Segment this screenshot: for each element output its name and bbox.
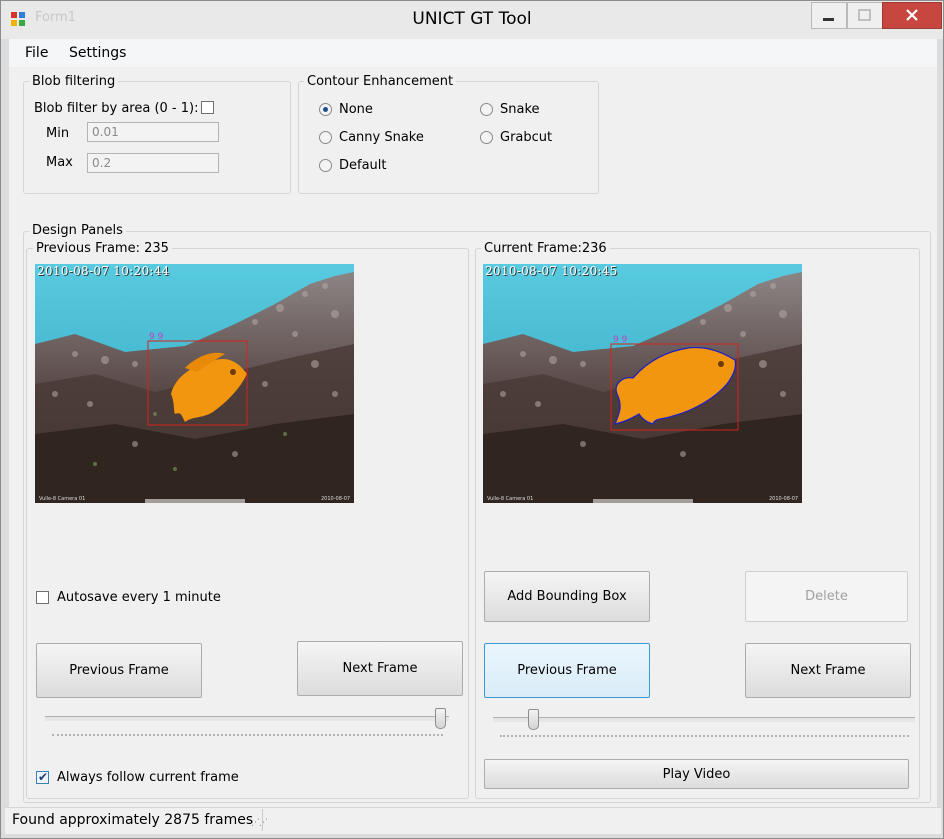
radio-canny-snake[interactable] <box>319 131 332 144</box>
current-frame-scene: 9 9 Vulle-8 Camera 01 2010-08-07 <box>483 264 802 503</box>
radio-grabcut-label: Grabcut <box>500 130 553 145</box>
blob-filter-label: Blob filter by area (0 - 1): <box>34 101 199 116</box>
svg-text:9 9: 9 9 <box>149 332 164 342</box>
left-slider-ticks <box>52 732 443 736</box>
blob-filter-checkbox[interactable] <box>201 101 214 114</box>
radio-canny-snake-label: Canny Snake <box>339 130 424 145</box>
right-slider-track[interactable] <box>493 717 915 722</box>
menu-settings[interactable]: Settings <box>69 45 126 61</box>
svg-text:2010-08-07: 2010-08-07 <box>769 496 798 502</box>
svg-text:Vulle-8 Camera 01: Vulle-8 Camera 01 <box>39 496 85 502</box>
minimize-icon <box>823 18 834 21</box>
autosave-label: Autosave every 1 minute <box>57 590 221 605</box>
title-bar[interactable]: Form1 UNICT GT Tool <box>1 1 943 39</box>
add-bounding-box-button[interactable]: Add Bounding Box <box>484 571 650 622</box>
radio-snake-label: Snake <box>500 102 540 117</box>
checkmark-icon: ✔ <box>38 770 49 784</box>
app-window: Form1 UNICT GT Tool File Settings Blob f… <box>0 0 944 839</box>
right-panel-header: Current Frame:236 <box>481 241 610 256</box>
status-bar: Found approximately 2875 frames ⋰⋰ <box>5 807 941 834</box>
window-title: UNICT GT Tool <box>412 9 532 29</box>
right-slider-thumb[interactable] <box>527 709 539 730</box>
status-text: Found approximately 2875 frames <box>12 812 254 828</box>
previous-frame-scene: 9 9 Vulle-8 Camera 01 2010-08-07 <box>35 264 354 503</box>
radio-none-label: None <box>339 102 373 117</box>
close-icon <box>906 9 918 21</box>
maximize-button[interactable] <box>847 2 883 29</box>
radio-default[interactable] <box>319 159 332 172</box>
left-panel-header: Previous Frame: 235 <box>33 241 172 256</box>
max-field[interactable]: 0.2 <box>87 153 219 173</box>
current-frame-image[interactable]: 9 9 Vulle-8 Camera 01 2010-08-07 2010-08… <box>483 264 802 503</box>
svg-text:Vulle-8 Camera 01: Vulle-8 Camera 01 <box>487 496 533 502</box>
left-previous-frame-button[interactable]: Previous Frame <box>36 643 202 698</box>
minimize-button[interactable] <box>811 2 847 29</box>
follow-frame-label: Always follow current frame <box>57 770 239 785</box>
svg-text:2010-08-07: 2010-08-07 <box>321 496 350 502</box>
current-frame-timestamp: 2010-08-07 10:20:45 <box>485 264 618 278</box>
design-panels-label: Design Panels <box>29 223 126 238</box>
menu-file[interactable]: File <box>25 45 48 61</box>
play-video-button[interactable]: Play Video <box>484 759 909 789</box>
follow-frame-checkbox[interactable]: ✔ <box>36 770 49 784</box>
client-area: File Settings Blob filtering Blob filter… <box>5 39 941 834</box>
resize-grip-icon[interactable]: ⋰⋰ <box>251 818 268 828</box>
right-previous-frame-button[interactable]: Previous Frame <box>484 643 650 698</box>
maximize-icon <box>858 9 871 21</box>
close-button[interactable] <box>882 2 942 29</box>
max-label: Max <box>46 155 73 170</box>
svg-text:9 9: 9 9 <box>613 335 628 345</box>
right-slider-ticks <box>500 733 909 737</box>
right-next-frame-button[interactable]: Next Frame <box>745 643 911 698</box>
left-next-frame-button[interactable]: Next Frame <box>297 641 463 696</box>
status-separator <box>262 809 263 831</box>
left-slider-track[interactable] <box>45 716 449 721</box>
radio-snake[interactable] <box>480 103 493 116</box>
left-slider-thumb[interactable] <box>435 708 447 729</box>
min-label: Min <box>46 126 70 141</box>
previous-frame-timestamp: 2010-08-07 10:20:44 <box>37 264 170 278</box>
autosave-checkbox[interactable] <box>36 591 49 604</box>
menu-bar: File Settings <box>9 39 937 67</box>
radio-none[interactable] <box>319 103 332 116</box>
delete-button[interactable]: Delete <box>745 571 908 622</box>
contour-label: Contour Enhancement <box>304 74 457 89</box>
blob-filtering-label: Blob filtering <box>29 74 119 89</box>
previous-frame-image: 9 9 Vulle-8 Camera 01 2010-08-07 2010-08… <box>35 264 354 503</box>
min-field[interactable]: 0.01 <box>87 122 219 142</box>
radio-grabcut[interactable] <box>480 131 493 144</box>
radio-default-label: Default <box>339 158 387 173</box>
